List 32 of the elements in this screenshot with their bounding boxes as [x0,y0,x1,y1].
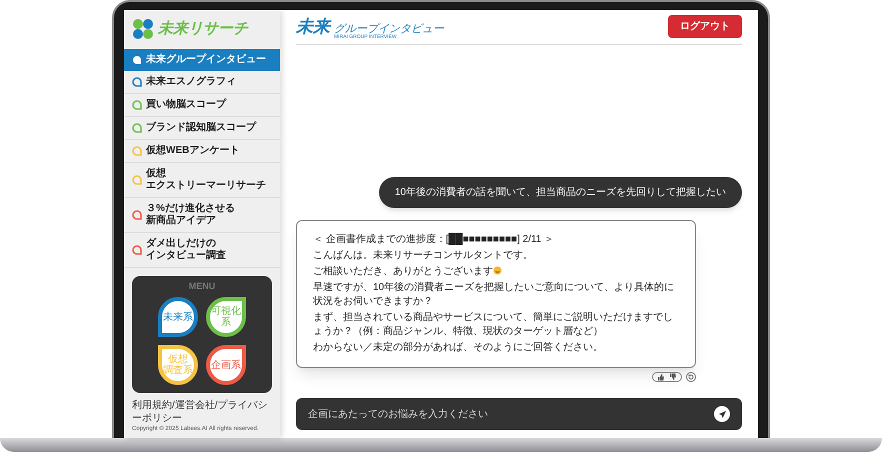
sidebar-item[interactable]: 未来エスノグラフィ [124,70,280,94]
user-message: 10年後の消費者の話を聞いて、担当商品のニーズを先回りして把握したい [378,177,742,208]
smiley-icon [493,266,502,275]
menu-title: MENU [188,280,216,292]
message-input-field[interactable]: 企画にあたってのお悩みを入力ください [296,398,742,430]
message-paragraph: まず、担当されている商品やサービスについて、簡単にご説明いただけますでしょうか？（例：商品ジャンル、特徴、現状のターゲット層など） [313,311,674,339]
message-paragraph: わからない／未定の部分があれば、そのようにご回答ください。 [313,341,604,355]
thumbs-down-icon[interactable] [669,373,677,381]
footer-links[interactable]: 利用規約/運営会社/プライバシーポリシー [132,399,272,425]
sidebar-item[interactable]: ３%だけ進化させる 新商品アイデア [124,198,280,232]
logo-text: 未来 [296,16,330,38]
clover-logo-icon [132,18,154,40]
send-button[interactable] [714,406,730,422]
logout-button[interactable]: ログアウト [668,15,742,38]
refresh-icon[interactable] [686,372,696,382]
message-input[interactable]: 企画にあたってのお悩みを入力ください [308,406,714,422]
sidebar-item[interactable]: 仮想WEBアンケート [124,140,280,162]
send-icon [718,410,726,418]
message-paragraph: ご相談いただき、ありがとうございます [313,265,679,279]
message-paragraph: こんばんは。未来リサーチコンサルタントです。 [313,249,534,263]
sidebar-item[interactable]: ブランド認知脳スコープ [124,116,280,140]
menu-tile[interactable]: 未来系 [158,297,198,337]
sidebar-item[interactable]: 仮想 エクストリーマーリサーチ [124,162,280,198]
speech-bubble-icon [132,54,142,64]
progress-text: ＜ 企画書作成までの進捗度：[██■■■■■■■■■] 2/11 ＞ [313,233,556,247]
sidebar-item[interactable]: ダメ出しだけの インタビュー調査 [124,232,280,268]
sidebar-item[interactable]: 未来グループインタビュー [124,48,280,70]
message-paragraph: 早速ですが、10年後の消費者ニーズを把握したいご意向について、より具体的に状況をお伺いできますか？ [313,281,676,309]
brand-logo: 未来リサーチ [158,19,248,39]
sidebar-item[interactable]: 買い物脳スコープ [124,94,280,116]
logo-subtitle: グループインタビュー [334,24,444,34]
thumbs-up-icon[interactable] [657,373,665,381]
